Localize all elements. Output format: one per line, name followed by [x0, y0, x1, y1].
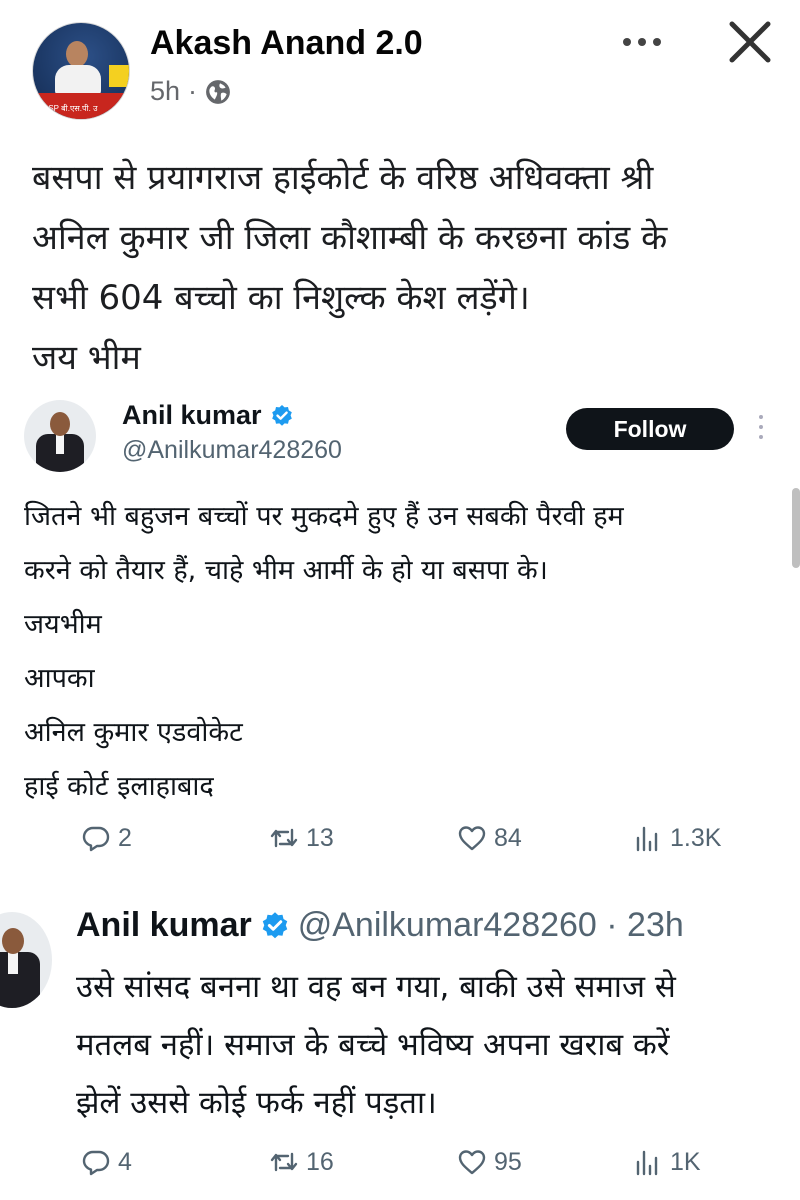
post-author-name[interactable]: Akash Anand 2.0: [150, 24, 423, 63]
reply-count: 4: [118, 1147, 132, 1176]
dot-icon: [653, 38, 661, 46]
post-text-line: सभी 604 बच्चो का निशुल्क केश लड़ेंगे।: [32, 278, 530, 318]
tweet-text-line: हाई कोर्ट इलाहाबाद: [24, 771, 214, 802]
tweet-text-line: करने को तैयार हैं, चाहे भीम आर्मी के हो …: [24, 555, 548, 586]
avatar-banner-text: BSP बी.एस.पी. उ: [43, 104, 98, 113]
retweet-icon: [270, 828, 298, 848]
retweet-button[interactable]: 13: [268, 818, 334, 858]
retweet-count: 16: [306, 1147, 334, 1176]
tweet2-header: Anil kumar @Anilkumar428260 · 23h: [76, 906, 684, 945]
view-count: 1.3K: [670, 823, 722, 852]
views-button[interactable]: 1K: [632, 1142, 701, 1182]
tweet2-author-name[interactable]: Anil kumar: [76, 906, 252, 945]
post-text: बसपा से प्रयागराज हाईकोर्ट के वरिष्ठ अधि…: [32, 148, 772, 388]
tweet-text-line: मतलब नहीं। समाज के बच्चे भविष्य अपना खरा…: [76, 1027, 670, 1063]
post-meta: 5h ·: [150, 76, 231, 107]
scrollbar[interactable]: [792, 488, 800, 568]
views-icon: [636, 826, 658, 852]
post-text-line: बसपा से प्रयागराज हाईकोर्ट के वरिष्ठ अधि…: [32, 158, 654, 198]
tweet-text-line: जितने भी बहुजन बच्चों पर मुकदमे हुए हैं …: [24, 501, 624, 532]
verified-badge-icon: [262, 911, 287, 938]
tweet-menu-icon[interactable]: [756, 415, 766, 445]
post-text-line: अनिल कुमार जी जिला कौशाम्बी के करछना कां…: [32, 218, 668, 258]
view-count: 1K: [670, 1147, 701, 1176]
author-avatar[interactable]: BSP बी.एस.पी. उ: [32, 22, 130, 120]
heart-icon: [458, 1150, 486, 1175]
tweet1-stats: 2 13 84 1.3K: [0, 818, 800, 858]
tweet-text-line: जयभीम: [24, 609, 102, 640]
more-options-button[interactable]: [612, 22, 672, 62]
like-count: 95: [494, 1147, 522, 1176]
tweet-text-line: आपका: [24, 663, 95, 694]
globe-icon: [206, 79, 230, 104]
post-text-line: जय भीम: [32, 338, 141, 378]
retweet-icon: [270, 1152, 298, 1172]
tweet2-stats: 4 16 95 1K: [0, 1142, 800, 1182]
close-icon[interactable]: [722, 14, 778, 70]
views-button[interactable]: 1.3K: [632, 818, 721, 858]
like-button[interactable]: 84: [456, 818, 522, 858]
dot-icon: [638, 38, 646, 46]
tweet1-text: जितने भी बहुजन बच्चों पर मुकदमे हुए हैं …: [24, 490, 784, 814]
tweet2-handle-time[interactable]: @Anilkumar428260 · 23h: [298, 906, 684, 945]
tweet-text-line: अनिल कुमार एडवोकेट: [24, 717, 243, 748]
tweet1-author-name: Anil kumar: [122, 400, 262, 430]
views-icon: [636, 1150, 658, 1176]
heart-icon: [458, 826, 486, 851]
meta-separator: ·: [188, 76, 198, 106]
tweet2-avatar[interactable]: [0, 912, 52, 1008]
tweet2-text: उसे सांसद बनना था वह बन गया, बाकी उसे सम…: [76, 958, 800, 1132]
post-time[interactable]: 5h: [150, 76, 180, 107]
retweet-count: 13: [306, 823, 334, 852]
reply-icon: [82, 1150, 110, 1176]
tweet1-handle[interactable]: @Anilkumar428260: [122, 436, 342, 465]
dot-icon: [623, 38, 631, 46]
reply-count: 2: [118, 823, 132, 852]
verified-badge-icon: [271, 404, 292, 426]
retweet-button[interactable]: 16: [268, 1142, 334, 1182]
tweet-text-line: झेलें उससे कोई फर्क नहीं पड़ता।: [76, 1085, 437, 1121]
reply-icon: [82, 826, 110, 852]
like-count: 84: [494, 823, 522, 852]
follow-button[interactable]: Follow: [566, 408, 734, 450]
tweet-text-line: उसे सांसद बनना था वह बन गया, बाकी उसे सम…: [76, 969, 676, 1005]
tweet1-author[interactable]: Anil kumar: [122, 400, 294, 431]
reply-button[interactable]: 4: [80, 1142, 132, 1182]
like-button[interactable]: 95: [456, 1142, 522, 1182]
reply-button[interactable]: 2: [80, 818, 132, 858]
tweet1-avatar[interactable]: [24, 400, 96, 472]
